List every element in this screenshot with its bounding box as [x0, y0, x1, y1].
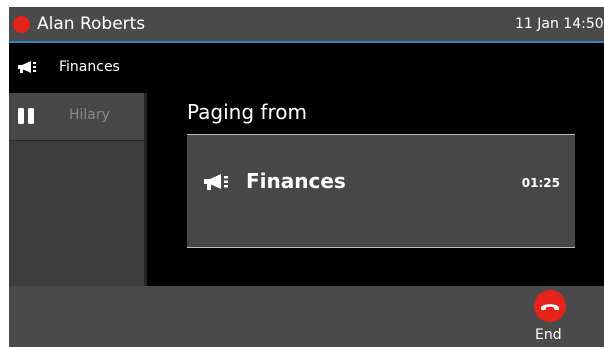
hang-up-icon [534, 290, 566, 322]
end-call-label: End [535, 327, 562, 343]
paging-group-name: Finances [246, 169, 346, 193]
line-label: Finances [59, 59, 120, 75]
end-call-button[interactable]: End [529, 290, 573, 346]
active-paging-call[interactable]: Finances 01:25 [187, 134, 575, 248]
pause-icon [17, 107, 35, 129]
date-time: 11 Jan 14:50 [515, 16, 604, 32]
held-call-hilary[interactable]: Hilary [9, 93, 144, 141]
softkey-bar: End [9, 286, 604, 347]
line-key-finances[interactable]: Finances [9, 43, 604, 93]
call-timer: 01:25 [521, 176, 560, 190]
held-call-name: Hilary [69, 107, 110, 123]
megaphone-icon [16, 60, 38, 79]
phone-screen: Alan Roberts 11 Jan 14:50 Finances Hilar… [9, 7, 604, 347]
page-title: Paging from [187, 100, 307, 124]
call-list-panel: Hilary [9, 93, 147, 286]
user-name: Alan Roberts [37, 14, 146, 34]
status-bar: Alan Roberts 11 Jan 14:50 [9, 7, 604, 43]
presence-status-icon [13, 16, 30, 33]
megaphone-icon [202, 174, 230, 196]
